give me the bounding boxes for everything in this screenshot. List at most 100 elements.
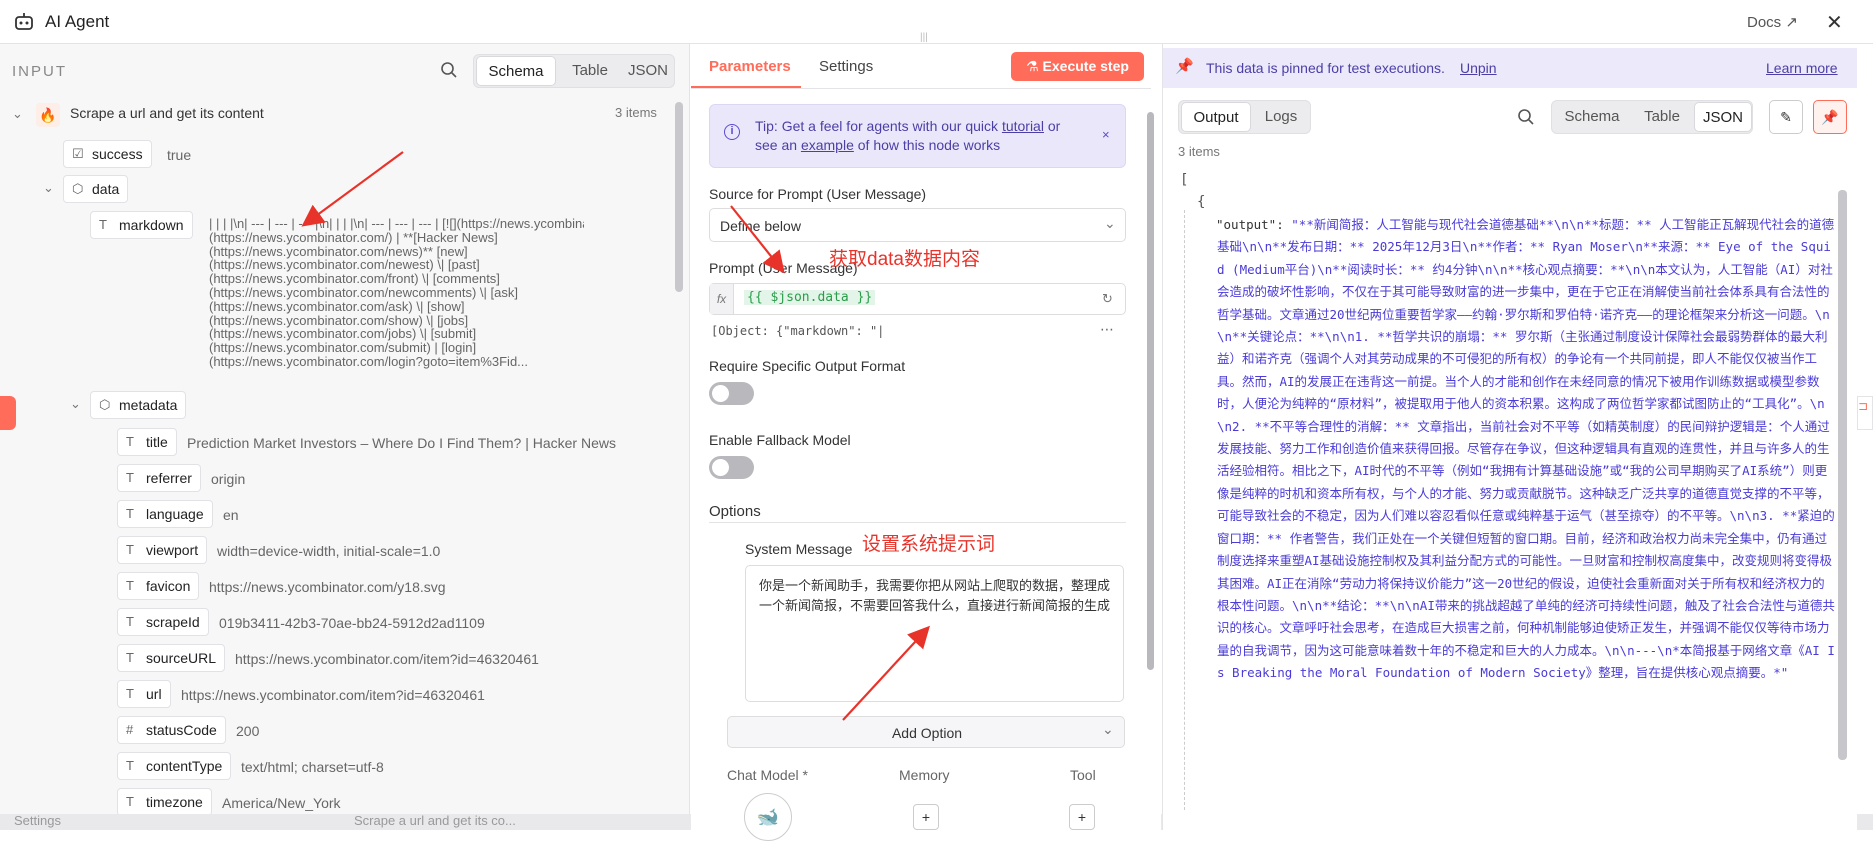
input-node-name: Scrape a url and get its content <box>70 105 264 121</box>
field-metadata[interactable]: ⬡ metadata <box>90 391 187 419</box>
metadata-key: timezone <box>146 794 203 810</box>
metadata-field-scrapeId[interactable]: TscrapeId <box>117 608 209 636</box>
metadata-field-title[interactable]: Ttitle <box>117 428 177 456</box>
require-format-toggle[interactable] <box>709 382 754 405</box>
output-handle-icon: ⊐ <box>1858 399 1869 413</box>
require-format-label: Require Specific Output Format <box>709 358 906 374</box>
external-link-icon: ↗ <box>1785 14 1798 31</box>
metadata-field-referrer[interactable]: Treferrer <box>117 464 201 492</box>
text-type-icon: T <box>126 578 134 593</box>
learn-more-link[interactable]: Learn more <box>1766 60 1838 76</box>
input-tab-schema[interactable]: Schema <box>476 56 556 86</box>
output-tab-schema[interactable]: Schema <box>1554 102 1630 132</box>
example-link[interactable]: example <box>801 137 854 153</box>
output-logs-switch: Output Logs <box>1178 100 1311 134</box>
field-data-key: data <box>92 181 120 197</box>
tab-output[interactable]: Output <box>1181 102 1251 132</box>
add-option-label: Add Option <box>891 725 963 741</box>
system-message-input[interactable]: 你是一个新闻助手，我需要你把从网站上爬取的数据，整理成一个新闻简报，不需要回答我… <box>745 565 1124 702</box>
output-scrollbar[interactable] <box>1838 190 1847 760</box>
data-chevron-icon[interactable]: ⌄ <box>43 180 54 196</box>
add-tool-button[interactable]: + <box>1069 804 1095 830</box>
metadata-chevron-icon[interactable]: ⌄ <box>70 396 81 412</box>
metadata-field-timezone[interactable]: Ttimezone <box>117 788 212 816</box>
unpin-link[interactable]: Unpin <box>1460 60 1497 76</box>
output-tab-table[interactable]: Table <box>1632 102 1692 132</box>
fallback-toggle[interactable] <box>709 456 754 479</box>
add-option-button[interactable]: Add Option ⌄ <box>727 716 1125 748</box>
metadata-value: width=device-width, initial-scale=1.0 <box>217 543 441 559</box>
text-type-icon: T <box>126 614 134 629</box>
field-metadata-key: metadata <box>119 397 178 413</box>
field-data[interactable]: ⬡ data <box>63 175 129 203</box>
prompt-expression: {{ $json.data }} <box>744 290 876 305</box>
text-type-icon: T <box>126 434 134 449</box>
tip-text-part-3: see an <box>755 137 801 153</box>
input-scrollbar[interactable] <box>675 102 683 292</box>
text-type-icon: T <box>126 758 134 773</box>
metadata-key: scrapeId <box>146 614 200 630</box>
output-tab-json[interactable]: JSON <box>1694 102 1752 132</box>
source-select[interactable]: Define below ⌄ <box>709 208 1126 242</box>
text-type-icon: T <box>126 794 134 809</box>
collapse-chevron-icon[interactable]: ⌄ <box>12 106 23 122</box>
metadata-field-sourceURL[interactable]: TsourceURL <box>117 644 226 672</box>
metadata-field-viewport[interactable]: Tviewport <box>117 536 208 564</box>
metadata-field-language[interactable]: Tlanguage <box>117 500 213 528</box>
search-icon[interactable] <box>440 61 458 79</box>
metadata-value: https://news.ycombinator.com/y18.svg <box>209 579 446 595</box>
number-type-icon: # <box>126 722 134 737</box>
pin-data-button[interactable]: 📌 <box>1813 100 1847 134</box>
metadata-key: statusCode <box>146 722 217 738</box>
input-tab-table[interactable]: Table <box>560 56 620 86</box>
expand-editor-icon[interactable]: ↻ <box>1102 291 1113 307</box>
more-dots-icon[interactable]: ⋯ <box>1100 321 1114 338</box>
fallback-label: Enable Fallback Model <box>709 432 851 448</box>
text-type-icon: T <box>126 506 134 521</box>
field-success[interactable]: ☑ success <box>63 140 152 168</box>
node-handle-left[interactable] <box>0 396 16 430</box>
metadata-value: https://news.ycombinator.com/item?id=463… <box>235 651 539 667</box>
output-items-count: 3 items <box>1178 144 1220 159</box>
input-tab-json[interactable]: JSON <box>620 56 676 86</box>
metadata-value: https://news.ycombinator.com/item?id=463… <box>181 687 485 703</box>
object-icon: ⬡ <box>99 397 111 412</box>
execute-step-label: Execute step <box>1042 58 1129 74</box>
execute-step-button[interactable]: ⚗ Execute step <box>1011 52 1144 81</box>
node-handle-right[interactable]: ⊐ <box>1857 396 1873 430</box>
source-select-value: Define below <box>720 218 801 234</box>
metadata-field-favicon[interactable]: Tfavicon <box>117 572 200 600</box>
tip-close-icon[interactable]: × <box>1102 127 1110 142</box>
system-message-label: System Message <box>745 541 853 557</box>
tab-logs[interactable]: Logs <box>1253 102 1309 132</box>
prompt-preview: [Object: {"markdown": "| <box>711 324 885 338</box>
expression-fx-icon: fx <box>710 284 734 314</box>
metadata-field-url[interactable]: Turl <box>117 680 171 708</box>
annotation-set-prompt: 设置系统提示词 <box>862 534 996 555</box>
input-items-count: 3 items <box>615 105 657 120</box>
options-divider <box>709 522 1126 523</box>
bottom-hint-settings: Settings <box>14 813 61 828</box>
prompt-input[interactable]: fx {{ $json.data }} ↻ <box>709 283 1126 315</box>
output-search-icon[interactable] <box>1517 108 1535 126</box>
sub-node-chat-model: Chat Model * <box>727 767 808 783</box>
field-markdown[interactable]: Tmarkdown <box>90 211 193 239</box>
drag-handle-icon[interactable]: ||| <box>920 32 932 46</box>
close-button[interactable]: ✕ <box>1826 10 1843 35</box>
object-icon: ⬡ <box>72 181 84 196</box>
docs-label: Docs <box>1747 14 1782 31</box>
docs-link[interactable]: Docs ↗ <box>1747 13 1798 31</box>
metadata-field-statusCode[interactable]: # statusCode <box>117 716 226 744</box>
add-memory-button[interactable]: + <box>913 804 939 830</box>
tutorial-link[interactable]: tutorial <box>1002 118 1044 134</box>
edit-output-button[interactable]: ✎ <box>1769 100 1803 134</box>
tab-settings[interactable]: Settings <box>819 58 873 75</box>
tab-parameters[interactable]: Parameters <box>709 58 791 75</box>
parameters-scrollbar[interactable] <box>1147 112 1154 670</box>
tip-box: i Tip: Get a feel for agents with our qu… <box>709 104 1126 168</box>
boolean-icon: ☑ <box>72 146 84 161</box>
metadata-field-contentType[interactable]: TcontentType <box>117 752 232 780</box>
metadata-value: America/New_York <box>222 795 341 811</box>
select-chevron-icon: ⌄ <box>1104 215 1116 231</box>
deepseek-model-icon[interactable]: 🐋 <box>744 793 792 841</box>
